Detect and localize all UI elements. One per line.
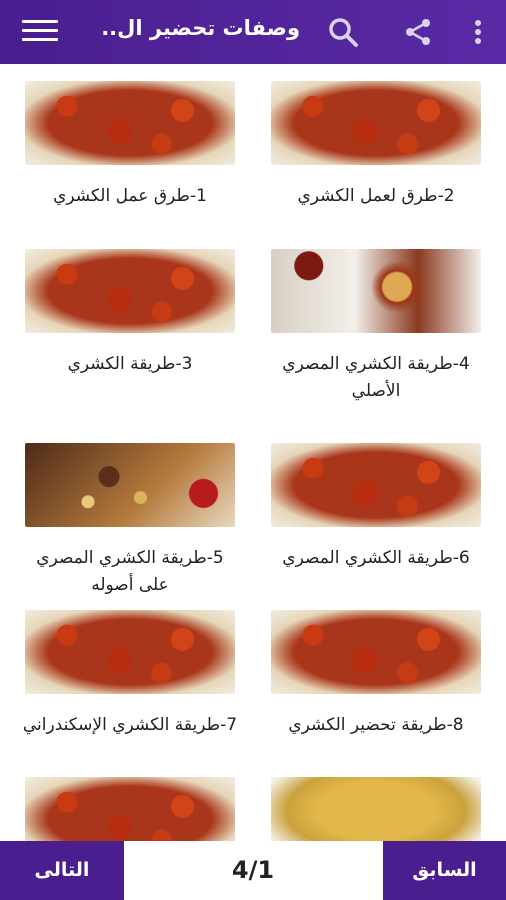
pagination-bar: التالى 4/1 السابق bbox=[0, 841, 506, 900]
recipe-image bbox=[25, 81, 235, 165]
recipe-title: 3-طريقة الكشري bbox=[67, 354, 193, 374]
recipe-title: 1-طرق عمل الكشري bbox=[53, 186, 207, 206]
recipe-image bbox=[271, 443, 481, 527]
recipe-card[interactable]: 5-طريقة الكشري المصري على أصوله bbox=[20, 443, 240, 599]
recipe-image bbox=[271, 249, 481, 333]
recipe-title: 7-طريقة الكشري الإسكندراني bbox=[22, 715, 238, 735]
recipe-image bbox=[25, 610, 235, 694]
recipe-image bbox=[25, 777, 235, 841]
recipe-image bbox=[271, 610, 481, 694]
recipe-card[interactable]: 6-طريقة الكشري المصري bbox=[266, 443, 486, 572]
recipe-card[interactable]: 2-طرق لعمل الكشري bbox=[266, 81, 486, 210]
previous-button[interactable]: السابق bbox=[383, 841, 506, 900]
recipe-card[interactable]: 1-طرق عمل الكشري bbox=[20, 81, 240, 210]
recipe-card[interactable]: 3-طريقة الكشري bbox=[20, 249, 240, 378]
recipe-image bbox=[25, 249, 235, 333]
recipe-image bbox=[271, 777, 481, 841]
page-indicator: 4/1 bbox=[231, 856, 275, 884]
recipe-image bbox=[25, 443, 235, 527]
recipe-title: 2-طرق لعمل الكشري bbox=[297, 186, 455, 206]
app-bar: وصفات تحضير ال.. bbox=[0, 0, 506, 64]
more-vert-icon[interactable] bbox=[460, 14, 496, 50]
page-title: وصفات تحضير ال.. bbox=[101, 16, 300, 40]
share-icon[interactable] bbox=[400, 14, 436, 50]
next-button[interactable]: التالى bbox=[0, 841, 124, 900]
recipe-title: 8-طريقة تحضير الكشري bbox=[288, 715, 464, 735]
search-icon[interactable] bbox=[325, 14, 361, 50]
recipe-card[interactable]: 8-طريقة تحضير الكشري bbox=[266, 610, 486, 739]
recipe-image bbox=[271, 81, 481, 165]
recipe-card[interactable] bbox=[266, 777, 486, 841]
recipe-title: 6-طريقة الكشري المصري bbox=[282, 548, 470, 568]
recipe-grid: 1-طرق عمل الكشري 2-طرق لعمل الكشري 3-طري… bbox=[0, 64, 506, 841]
recipe-card[interactable]: 4-طريقة الكشري المصري الأصلي bbox=[266, 249, 486, 405]
recipe-card[interactable]: 7-طريقة الكشري الإسكندراني bbox=[20, 610, 240, 739]
recipe-title: 4-طريقة الكشري المصري الأصلي bbox=[282, 354, 470, 401]
hamburger-menu-icon[interactable] bbox=[22, 20, 58, 46]
recipe-title: 5-طريقة الكشري المصري على أصوله bbox=[36, 548, 224, 595]
recipe-card[interactable] bbox=[20, 777, 240, 841]
